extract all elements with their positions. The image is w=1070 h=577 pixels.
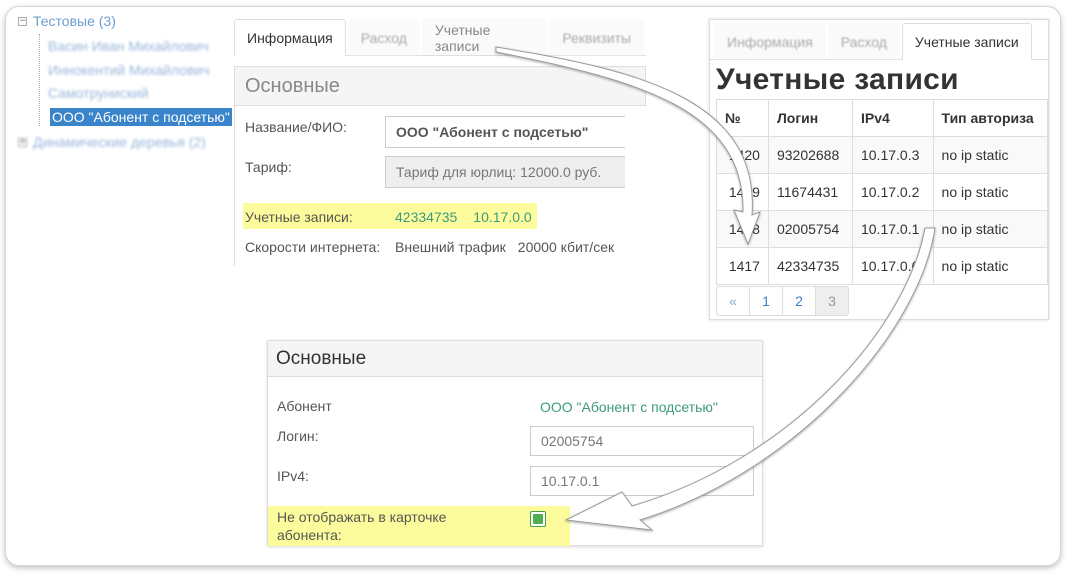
cell-auth: no ip static bbox=[932, 173, 1048, 211]
cell-login: 11674431 bbox=[767, 173, 853, 211]
table-header: № Логин IPv4 Тип авториза bbox=[716, 99, 1048, 137]
column-header[interactable]: Тип авториза bbox=[932, 99, 1048, 137]
tab-bar: Информация Расход Учетные записи Реквизи… bbox=[234, 18, 646, 56]
tab-bar: Информация Расход Учетные записи bbox=[710, 20, 1048, 60]
cell-login: 93202688 bbox=[767, 136, 853, 174]
expand-icon[interactable]: + bbox=[18, 137, 27, 147]
column-header[interactable]: Логин bbox=[767, 99, 853, 137]
page-link[interactable]: 1 bbox=[749, 286, 783, 316]
speed-value: 20000 кбит/сек bbox=[517, 239, 615, 255]
tree-children: Васин Иван Михайлович Иннокентий Михайло… bbox=[39, 34, 238, 126]
cell-auth: no ip static bbox=[932, 247, 1048, 285]
cell-ip: 10.17.0.0 bbox=[851, 247, 934, 285]
cell-auth: no ip static bbox=[932, 210, 1048, 248]
first-page-icon[interactable]: « bbox=[716, 286, 750, 316]
account-ip-link[interactable]: 10.17.0.0 bbox=[473, 209, 531, 225]
cell-id: 1419 bbox=[716, 173, 769, 211]
hide-label-line: абонента: bbox=[277, 527, 342, 543]
account-login-link[interactable]: 42334735 bbox=[395, 209, 457, 225]
cell-id: 1418 bbox=[716, 210, 769, 248]
hide-checkbox[interactable] bbox=[530, 511, 546, 527]
tab-requisites[interactable]: Реквизиты bbox=[549, 19, 644, 55]
cell-login: 42334735 bbox=[767, 247, 853, 285]
info-form: Название/ФИО: ООО "Абонент с подсетью" Т… bbox=[234, 106, 646, 266]
name-field[interactable]: ООО "Абонент с подсетью" bbox=[385, 116, 625, 148]
tree-node-dynamic[interactable]: + Динамические деревья (2) bbox=[18, 134, 238, 150]
column-header[interactable]: № bbox=[716, 99, 769, 137]
tree-item-selected[interactable]: ООО "Абонент с подсетью" bbox=[50, 108, 232, 126]
accounts-values: 42334735 10.17.0.0 bbox=[395, 209, 532, 225]
subscriber-info-panel: Информация Расход Учетные записи Реквизи… bbox=[234, 18, 646, 266]
section-title: Основные bbox=[268, 341, 762, 377]
check-mark-icon bbox=[533, 514, 543, 524]
cell-id: 1417 bbox=[716, 247, 769, 285]
account-edit-panel: Основные Абонент ООО "Абонент с подсетью… bbox=[267, 340, 763, 546]
cell-ip: 10.17.0.2 bbox=[851, 173, 934, 211]
tab-expense[interactable]: Расход bbox=[347, 19, 420, 55]
subscriber-label: Абонент bbox=[277, 398, 332, 414]
tab-expense[interactable]: Расход bbox=[827, 23, 900, 59]
tree-item[interactable]: Иннокентий Михайлович bbox=[48, 60, 238, 81]
tab-info[interactable]: Информация bbox=[714, 23, 826, 59]
tab-info[interactable]: Информация bbox=[234, 19, 346, 56]
ip-label: IPv4: bbox=[277, 468, 309, 484]
login-label: Логин: bbox=[277, 428, 319, 444]
subscriber-link[interactable]: ООО "Абонент с подсетью" bbox=[540, 399, 718, 415]
cell-ip: 10.17.0.1 bbox=[851, 210, 934, 248]
table-row[interactable]: 1420 93202688 10.17.0.3 no ip static bbox=[716, 136, 1048, 174]
tree-item[interactable]: Васин Иван Михайлович bbox=[48, 34, 238, 58]
pagination: « 1 2 3 bbox=[716, 286, 849, 316]
cell-id: 1420 bbox=[716, 136, 769, 174]
name-label: Название/ФИО: bbox=[245, 119, 347, 135]
cell-ip: 10.17.0.3 bbox=[851, 136, 934, 174]
speed-values: Внешний трафик 20000 кбит/сек bbox=[395, 239, 614, 255]
hide-label: Не отображать в карточке абонента: bbox=[277, 508, 446, 544]
collapse-icon[interactable]: − bbox=[18, 16, 27, 26]
column-header[interactable]: IPv4 bbox=[851, 99, 934, 137]
tree-item[interactable]: Самотруниский bbox=[48, 83, 238, 104]
tree-node-test[interactable]: − Тестовые (3) bbox=[18, 10, 238, 32]
ip-field[interactable]: 10.17.0.1 bbox=[530, 466, 754, 496]
accounts-table: № Логин IPv4 Тип авториза 1420 93202688 … bbox=[716, 99, 1048, 285]
tab-accounts[interactable]: Учетные записи bbox=[421, 19, 548, 55]
cell-auth: no ip static bbox=[932, 136, 1048, 174]
table-row[interactable]: 1419 11674431 10.17.0.2 no ip static bbox=[716, 173, 1048, 211]
tariff-field: Тариф для юрлиц: 12000.0 руб. bbox=[385, 156, 625, 188]
tree-node-label[interactable]: Динамические деревья (2) bbox=[33, 134, 206, 150]
page-link[interactable]: 2 bbox=[782, 286, 816, 316]
speed-type: Внешний трафик bbox=[395, 239, 506, 255]
table-row[interactable]: 1417 42334735 10.17.0.0 no ip static bbox=[716, 247, 1048, 285]
tree-node-label[interactable]: Тестовые (3) bbox=[33, 13, 116, 29]
page-title: Учетные записи bbox=[716, 63, 959, 96]
speed-label: Скорости интернета: bbox=[245, 239, 381, 255]
tariff-label: Тариф: bbox=[245, 159, 292, 175]
accounts-panel: Информация Расход Учетные записи Учетные… bbox=[709, 19, 1049, 320]
login-field[interactable]: 02005754 bbox=[530, 426, 754, 456]
page-current: 3 bbox=[815, 286, 849, 316]
tab-accounts[interactable]: Учетные записи bbox=[901, 23, 1032, 60]
hide-label-line: Не отображать в карточке bbox=[277, 509, 447, 525]
cell-login: 02005754 bbox=[767, 210, 853, 248]
table-row[interactable]: 1418 02005754 10.17.0.1 no ip static bbox=[716, 210, 1048, 248]
subscriber-tree: − Тестовые (3) Васин Иван Михайлович Инн… bbox=[18, 10, 238, 150]
accounts-label: Учетные записи: bbox=[245, 209, 353, 225]
section-title: Основные bbox=[234, 66, 646, 106]
